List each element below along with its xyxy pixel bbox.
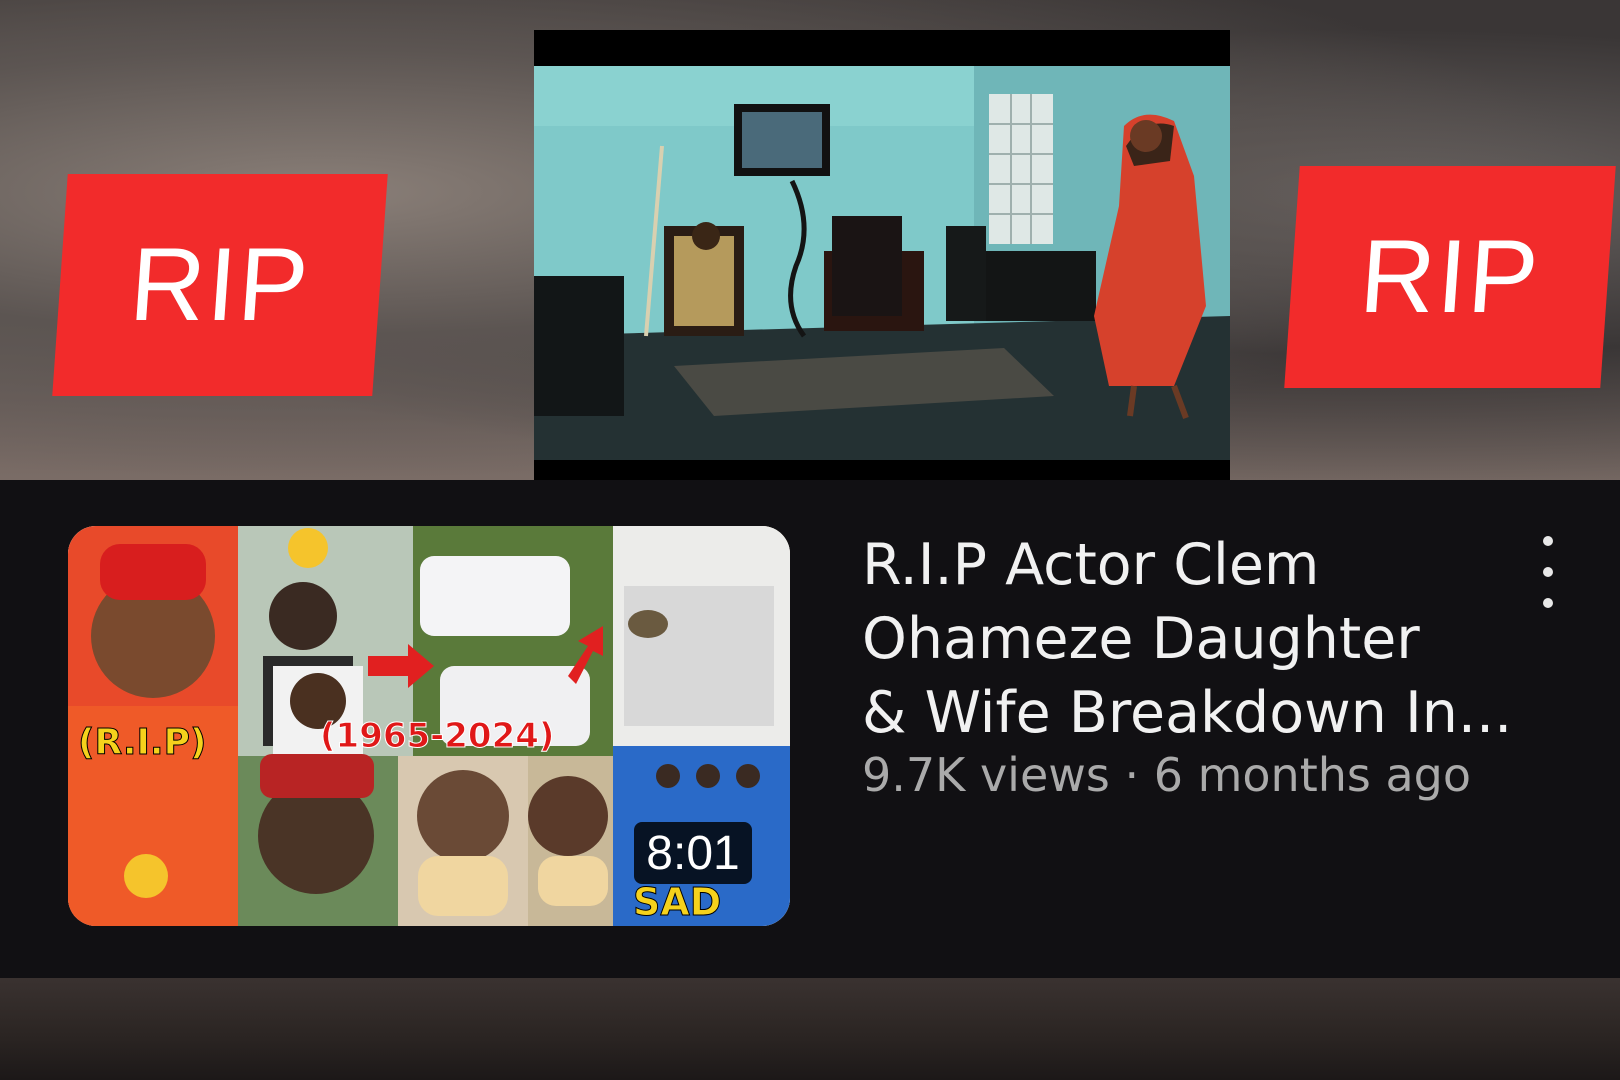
video-metadata: 9.7K views · 6 months ago	[862, 748, 1472, 802]
thumbnail-rip-label: (R.I.P)	[77, 722, 207, 764]
movie-still-frame	[534, 30, 1230, 496]
thumbnail-sad-label: SAD	[632, 880, 722, 925]
video-title-line: & Wife Breakdown In...	[862, 680, 1513, 746]
more-options-icon[interactable]	[1530, 536, 1566, 608]
kebab-dot	[1543, 536, 1553, 546]
video-title-line: Ohameze Daughter	[862, 606, 1420, 672]
duration-badge: 8:01	[634, 822, 752, 884]
movie-still-scene	[534, 66, 1230, 460]
video-title[interactable]: R.I.P Actor Clem Ohameze Daughter & Wife…	[862, 528, 1513, 750]
rip-badge-right: RIP	[1284, 166, 1616, 388]
kebab-dot	[1543, 598, 1553, 608]
thumbnail-years-label: (1965-2024)	[319, 716, 555, 757]
rip-badge-left: RIP	[52, 174, 388, 396]
kebab-dot	[1543, 567, 1553, 577]
background-blur-bottom	[0, 978, 1620, 1080]
video-title-line: R.I.P Actor Clem	[862, 532, 1320, 598]
